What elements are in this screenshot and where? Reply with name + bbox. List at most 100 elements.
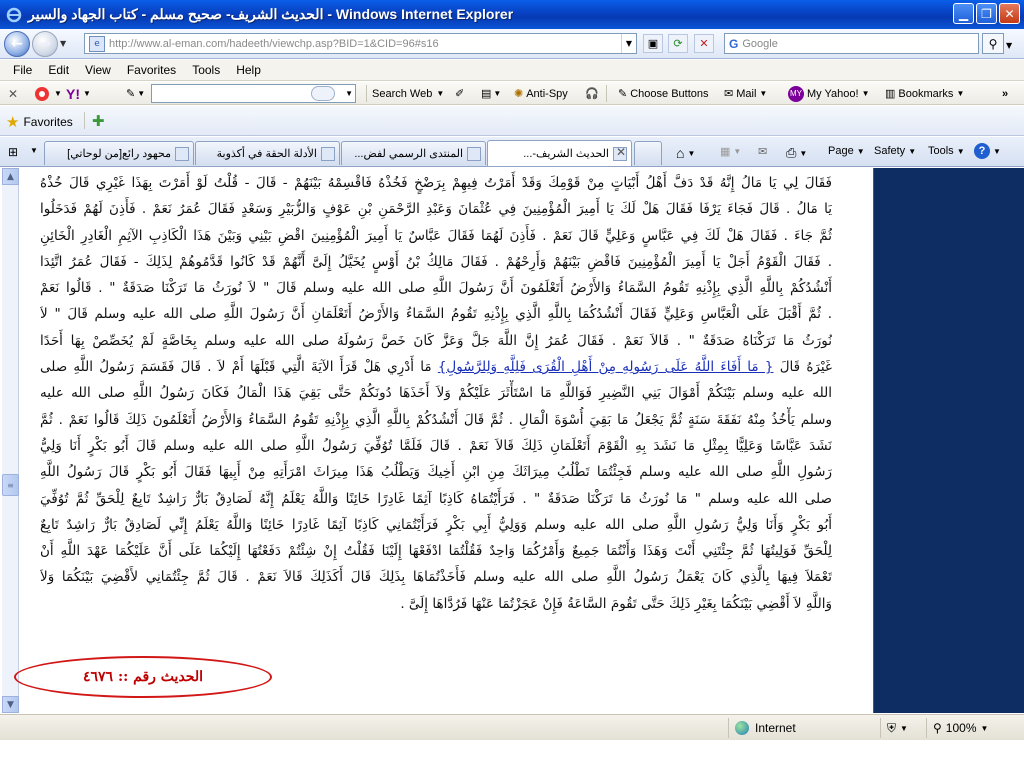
- tab-3[interactable]: المنتدى الرسمي لفض...: [341, 141, 486, 165]
- side-panel: [873, 168, 1024, 713]
- tab-1[interactable]: محهود رائع[من لوحاتي]: [44, 141, 194, 165]
- menu-help[interactable]: Help: [228, 63, 269, 77]
- quick-tabs-icon[interactable]: ⊞: [8, 145, 18, 159]
- hadith-line: أَبُو بَكْرٍ وَأَنَا وَلِيُّ رَسُولِ الل…: [40, 516, 832, 533]
- google-icon: G: [729, 36, 739, 51]
- security-zone[interactable]: Internet: [728, 718, 878, 738]
- compatibility-icon[interactable]: ▣: [643, 34, 663, 53]
- refresh-icon[interactable]: ⟳: [668, 34, 688, 53]
- favorites-label: Favorites: [23, 115, 73, 129]
- restore-button[interactable]: ❐: [976, 3, 997, 24]
- address-dropdown-icon[interactable]: ▼: [621, 34, 636, 53]
- menu-file[interactable]: File: [5, 63, 40, 77]
- hadith-text: فَقَالَ لِي يَا مَالُ إِنَّهُ قَدْ دَفَّ…: [40, 170, 832, 617]
- my-yahoo-icon: MY: [788, 85, 804, 102]
- tab-favicon-icon: [175, 146, 189, 161]
- toolbar-search-icon[interactable]: [311, 86, 335, 101]
- verse-line-after: مَا أَدْرِي هَلْ قَرَأَ الآيَةَ الَّتِي …: [40, 359, 438, 376]
- recent-pages-dropdown[interactable]: ▼: [60, 39, 66, 48]
- verse-line-before: غَيْرَهُ قَالَ: [773, 359, 832, 376]
- bookmarks-button[interactable]: ▥ Bookmarks ▼: [885, 85, 964, 102]
- close-tab-icon[interactable]: ✕: [616, 145, 626, 159]
- forward-arrow-icon: →: [39, 36, 51, 52]
- status-bar: Internet ⛨ ▼ ⚲ 100% ▼: [0, 714, 1024, 740]
- headphones-icon[interactable]: 🎧: [585, 85, 599, 102]
- title-bar[interactable]: الحديث الشريف- صحيح مسلم - كتاب الجهاد و…: [0, 0, 1024, 29]
- bookmarks-label: Bookmarks: [898, 87, 954, 100]
- help-button[interactable]: ? ▼: [974, 143, 1001, 159]
- desktop-strip: [0, 740, 1024, 768]
- tab-bar: ⊞ ▼ محهود رائع[من لوحاتي] الأدلة الحقة ف…: [0, 137, 1024, 167]
- tab-4-active[interactable]: الحديث الشريف-... ✕: [487, 140, 632, 166]
- safety-menu-button[interactable]: Safety ▼: [874, 145, 916, 157]
- hadith-line: صلى الله عليه وسلم " مَا نُورَثُ مَا تَر…: [40, 490, 832, 507]
- window-title: الحديث الشريف- صحيح مسلم - كتاب الجهاد و…: [28, 6, 514, 22]
- tab-label: المنتدى الرسمي لفض...: [354, 148, 463, 160]
- toolbar-search-dropdown-icon[interactable]: ▼: [345, 89, 353, 98]
- toolbar-close-icon[interactable]: ✕: [8, 85, 18, 102]
- toolbar-separator: [606, 85, 607, 102]
- favorites-star-icon: ★: [6, 114, 20, 131]
- scroll-up-icon[interactable]: ▲: [2, 168, 19, 185]
- home-icon[interactable]: ⌂ ▼: [676, 145, 695, 161]
- pencil-icon[interactable]: ✎ ▼: [126, 85, 145, 102]
- search-go-button[interactable]: ⚲: [982, 33, 1004, 54]
- layout-icon[interactable]: ▤ ▼: [481, 85, 501, 102]
- toolbar-browser-icon[interactable]: ▼: [34, 85, 62, 102]
- tab-list-dropdown-icon[interactable]: ▼: [30, 146, 38, 155]
- page-menu-button[interactable]: Page ▼: [828, 145, 865, 157]
- tab-label: محهود رائع[من لوحاتي]: [67, 148, 171, 160]
- yahoo-logo-icon[interactable]: Y! ▼: [66, 85, 91, 102]
- yahoo-toolbar: ✕ ▼ Y! ▼ ✎ ▼ ▼ Search Web ▼ ✐ ▤ ▼ ✺ Anti-Spy …: [0, 82, 1024, 105]
- close-window-button[interactable]: ✕: [999, 3, 1020, 24]
- protected-mode[interactable]: ⛨ ▼: [880, 718, 924, 738]
- mail-button[interactable]: ✉ Mail ▼: [724, 85, 767, 102]
- add-to-favorites-icon[interactable]: ✚: [92, 112, 105, 130]
- scroll-thumb[interactable]: ≡: [2, 474, 19, 496]
- quran-verse-link[interactable]: { مَا أَفَاءَ اللَّهُ عَلَى رَسُولِهِ مِ…: [438, 359, 774, 375]
- favorites-bar: ★ Favorites ✚: [0, 106, 1024, 136]
- zoom-label: 100%: [945, 721, 977, 735]
- highlight-icon[interactable]: ✐: [455, 85, 464, 102]
- search-options-dropdown[interactable]: ▼: [1006, 41, 1012, 50]
- hadith-line: نَشَدَ عَبَّاسًا وَعَلِيًّا بِمِثْلِ مَا…: [40, 437, 832, 454]
- menu-favorites[interactable]: Favorites: [119, 63, 184, 77]
- tab-2[interactable]: الأدلة الحقة في أكذوبة: [195, 141, 340, 165]
- anti-spy-button[interactable]: ✺ Anti-Spy: [514, 85, 568, 102]
- choose-buttons-button[interactable]: ✎ Choose Buttons: [618, 85, 709, 102]
- vertical-scrollbar[interactable]: ▲ ≡ ▼: [2, 168, 19, 713]
- tab-label: الأدلة الحقة في أكذوبة: [216, 148, 317, 160]
- feeds-icon[interactable]: ▦ ▼: [720, 145, 741, 158]
- search-field[interactable]: G Google: [724, 33, 979, 54]
- menu-view[interactable]: View: [77, 63, 119, 77]
- hadith-number-badge: الحديث رقم :: ٤٦٧٦: [14, 656, 272, 698]
- stop-icon[interactable]: ✕: [694, 34, 714, 53]
- hadith-line: ثُمَّ جَاءَ . فَقَالَ هَلْ لَكَ فِي عَبَ…: [40, 227, 832, 244]
- search-web-button[interactable]: Search Web ▼: [372, 85, 444, 102]
- menu-edit[interactable]: Edit: [40, 63, 77, 77]
- print-icon[interactable]: ⎙ ▼: [786, 145, 807, 161]
- favorites-separator: [84, 112, 85, 129]
- pencil-small-icon: ✎: [618, 88, 628, 100]
- read-mail-icon[interactable]: ✉: [758, 145, 767, 158]
- zoom-control[interactable]: ⚲ 100% ▼: [926, 718, 1024, 738]
- search-web-label: Search Web: [372, 87, 433, 100]
- forward-button[interactable]: →: [32, 31, 58, 57]
- hadith-line: وسلم يَأْخُذُ مِنْهُ نَفَقَةَ سَنَةٍ ثُم…: [40, 411, 832, 428]
- minimize-button[interactable]: ▁: [953, 3, 974, 24]
- tools-menu-button[interactable]: Tools ▼: [928, 145, 965, 157]
- hadith-line: الله عليه وسلم بَيْنَكُمْ أَمْوَالَ بَنِ…: [40, 385, 832, 402]
- my-yahoo-button[interactable]: MY My Yahoo! ▼: [788, 85, 870, 102]
- anti-spy-icon: ✺: [514, 88, 524, 100]
- address-field[interactable]: e http://www.al-eman.com/hadeeth/viewchp…: [84, 33, 637, 54]
- toolbar-overflow-chevron-icon[interactable]: »: [1002, 85, 1008, 102]
- toolbar-search-input[interactable]: ▼: [151, 84, 356, 103]
- hadith-number-label: الحديث رقم :: ٤٦٧٦: [83, 669, 203, 685]
- tab-favicon-icon: [467, 146, 481, 161]
- page-menu-label: Page: [828, 145, 854, 157]
- scroll-down-icon[interactable]: ▼: [2, 696, 19, 713]
- back-button[interactable]: ←: [4, 31, 30, 57]
- menu-tools[interactable]: Tools: [184, 63, 228, 77]
- new-tab-button[interactable]: [634, 141, 662, 165]
- favorites-button[interactable]: ★ Favorites: [6, 113, 73, 131]
